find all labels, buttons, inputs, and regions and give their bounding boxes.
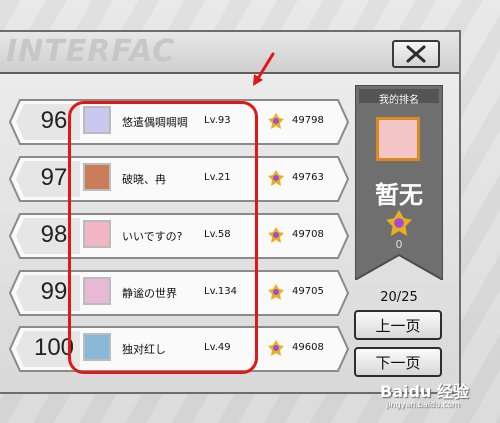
my-rank-value: 暂无 (375, 181, 423, 209)
watermark-text: Baidu 经验 (380, 382, 469, 401)
player-score: 49708 (292, 229, 324, 240)
my-score: 0 (395, 238, 403, 251)
my-avatar (376, 117, 420, 161)
panel-header: INTERFAC (0, 32, 459, 74)
next-page-button[interactable]: 下一页 (354, 347, 442, 377)
medal-icon (268, 170, 284, 186)
page-indicator: 20/25 (380, 290, 418, 305)
header-title: INTERFAC (6, 34, 176, 69)
close-icon (406, 45, 426, 63)
medal-icon (268, 113, 284, 129)
close-button[interactable] (392, 40, 440, 68)
my-rank-label: 我的排名 (379, 95, 419, 106)
player-score: 49763 (292, 172, 324, 183)
player-score: 49798 (292, 115, 324, 126)
medal-icon (268, 284, 284, 300)
prev-page-button[interactable]: 上一页 (354, 310, 442, 340)
medal-icon (268, 340, 284, 356)
watermark-url: jingyan.baidu.com (386, 400, 460, 409)
medal-icon (386, 210, 412, 236)
player-score: 49705 (292, 286, 324, 297)
medal-icon (268, 227, 284, 243)
red-arrow-icon (253, 52, 275, 86)
player-score: 49608 (292, 342, 324, 353)
highlight-box (68, 101, 258, 374)
